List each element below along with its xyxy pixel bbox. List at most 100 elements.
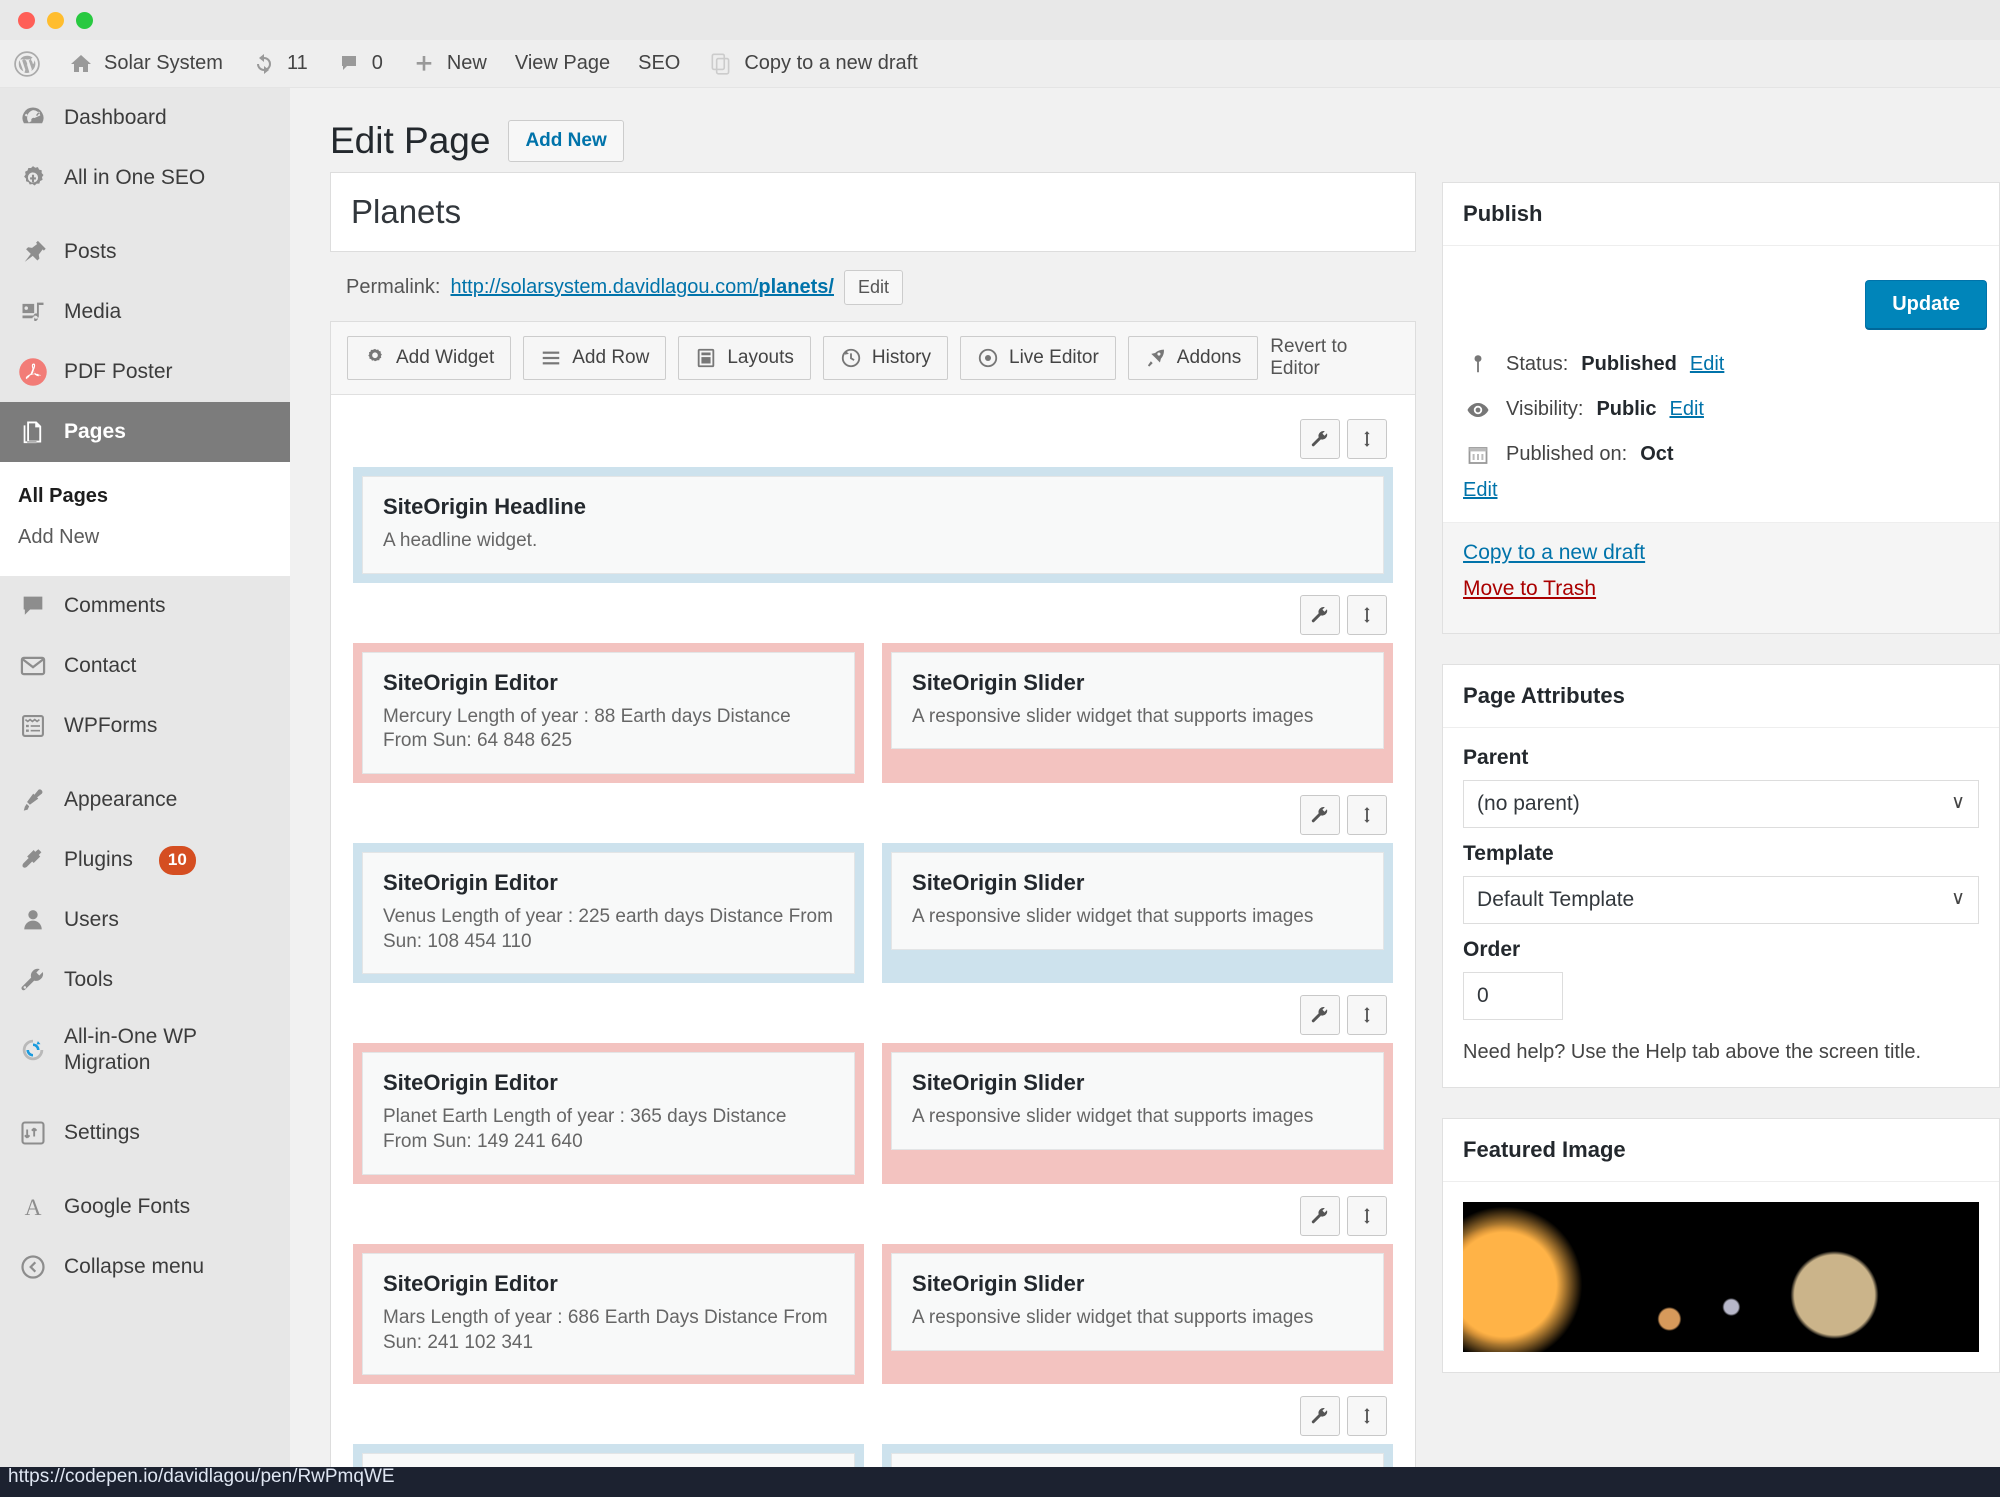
builder-widget[interactable]: SiteOrigin Editor Mercury Length of year … <box>362 651 856 775</box>
post-title-input[interactable] <box>349 187 1398 237</box>
submenu-item-all-pages[interactable]: All Pages <box>0 476 290 517</box>
sidebar-item-label: Comments <box>64 594 166 617</box>
move-to-trash-link[interactable]: Move to Trash <box>1463 577 1979 601</box>
sidebar-item-appearance[interactable]: Appearance <box>0 770 290 830</box>
menu-separator <box>0 756 290 770</box>
admin-bar-comments[interactable]: 0 <box>322 40 397 88</box>
toolbar-button-label: History <box>871 347 932 368</box>
sidebar-item-label: Tools <box>64 968 114 991</box>
builder-widget[interactable]: SiteOrigin Editor Mars Length of year : 6… <box>362 1252 856 1376</box>
builder-cell[interactable]: SiteOrigin Editor Venus Length of year : … <box>353 843 865 984</box>
row-move-vertical-icon[interactable] <box>1347 419 1388 459</box>
sidebar-item-google-fonts[interactable]: A Google Fonts <box>0 1177 290 1237</box>
sidebar-item-collapse-menu[interactable]: Collapse menu <box>0 1237 290 1297</box>
builder-widget[interactable]: SiteOrigin Slider A responsive slider wid… <box>891 1052 1385 1151</box>
builder-widget[interactable]: SiteOrigin Editor Planet Earth Length of … <box>362 1052 856 1175</box>
builder-widget[interactable]: SiteOrigin Slider A responsive slider wid… <box>891 651 1385 750</box>
sidebar-item-pdf-poster[interactable]: PDF Poster <box>0 342 290 402</box>
add-row-button[interactable]: Add Row <box>523 336 667 380</box>
builder-cell[interactable]: SiteOrigin Editor Mars Length of year : 6… <box>353 1243 865 1385</box>
sidebar-item-settings[interactable]: Settings <box>0 1103 290 1163</box>
copy-draft-label: Copy to a new draft <box>744 52 918 74</box>
dashboard-icon <box>18 103 48 133</box>
builder-widget[interactable]: SiteOrigin Slider A responsive slider wid… <box>891 1252 1385 1351</box>
builder-widget[interactable]: SiteOrigin Headline A headline widget. <box>362 476 1385 574</box>
rocket-icon <box>1145 347 1167 369</box>
sidebar-item-users[interactable]: Users <box>0 890 290 950</box>
builder-cell[interactable]: SiteOrigin Slider A responsive slider wid… <box>882 642 1394 784</box>
row-move-vertical-icon[interactable] <box>1347 594 1388 635</box>
published-label: Published on: <box>1506 443 1628 465</box>
publish-footer: Copy to a new draft Move to Trash <box>1443 522 1999 633</box>
row-settings-wrench-icon[interactable] <box>1300 419 1341 459</box>
copy-to-new-draft-link[interactable]: Copy to a new draft <box>1463 541 1979 565</box>
admin-bar-wp-logo[interactable] <box>0 40 54 88</box>
builder-widget[interactable]: SiteOrigin Slider A responsive slider wid… <box>891 852 1385 950</box>
sidebar-item-contact[interactable]: Contact <box>0 636 290 696</box>
sidebar-item-tools[interactable]: Tools <box>0 950 290 1010</box>
admin-bar-updates[interactable]: 11 <box>237 40 322 88</box>
visibility-value: Public <box>1596 398 1657 420</box>
sidebar-item-pages[interactable]: Pages <box>0 402 290 462</box>
home-icon <box>68 51 94 77</box>
admin-bar-copy-draft[interactable]: Copy to a new draft <box>694 40 931 88</box>
sidebar-item-wpforms[interactable]: WPForms <box>0 696 290 756</box>
builder-cell[interactable]: SiteOrigin Slider A responsive slider wid… <box>882 1043 1394 1184</box>
row-move-vertical-icon[interactable] <box>1347 995 1388 1036</box>
admin-bar-new[interactable]: New <box>397 40 501 88</box>
submenu-item-add-new[interactable]: Add New <box>0 517 290 558</box>
widget-description: A responsive slider widget that supports… <box>912 1306 1314 1328</box>
admin-bar-seo[interactable]: SEO <box>624 40 694 88</box>
order-input[interactable] <box>1463 972 1564 1020</box>
addons-button[interactable]: Addons <box>1127 336 1259 380</box>
sidebar-item-comments[interactable]: Comments <box>0 576 290 636</box>
row-move-vertical-icon[interactable] <box>1347 795 1388 836</box>
row-move-vertical-icon[interactable] <box>1347 1195 1388 1236</box>
builder-cell[interactable]: SiteOrigin Editor Planet Earth Length of … <box>353 1043 865 1184</box>
edit-permalink-button[interactable]: Edit <box>843 270 904 305</box>
row-move-vertical-icon[interactable] <box>1347 1396 1388 1437</box>
sidebar-item-all-in-one-seo[interactable]: All in One SEO <box>0 148 290 208</box>
row-settings-wrench-icon[interactable] <box>1300 594 1341 635</box>
toolbar-button-label: Add Row <box>572 347 650 368</box>
sidebar-item-dashboard[interactable]: Dashboard <box>0 88 290 148</box>
builder-cell[interactable]: SiteOrigin Slider A responsive slider wid… <box>882 1243 1394 1385</box>
row-settings-wrench-icon[interactable] <box>1300 1195 1341 1236</box>
sidebar-item-all-in-one-wp-migration[interactable]: All-in-One WP Migration <box>0 1010 290 1089</box>
update-button[interactable]: Update <box>1865 280 1987 329</box>
live-editor-button[interactable]: Live Editor <box>960 336 1116 380</box>
revert-to-editor-link[interactable]: Revert to Editor <box>1270 336 1399 380</box>
builder-cell[interactable]: SiteOrigin Slider A responsive slider wid… <box>882 843 1394 984</box>
builder-cell[interactable]: SiteOrigin Headline A headline widget. <box>353 467 1394 583</box>
layouts-button[interactable]: Layouts <box>678 336 811 380</box>
sidebar-item-plugins[interactable]: Plugins 10 <box>0 830 290 890</box>
featured-image-thumbnail[interactable] <box>1463 1202 1979 1352</box>
sidebar-item-media[interactable]: Media <box>0 282 290 342</box>
view-page-label: View Page <box>514 52 611 74</box>
visibility-edit-link[interactable]: Edit <box>1669 396 1703 423</box>
status-edit-link[interactable]: Edit <box>1690 351 1724 378</box>
permalink-link[interactable]: http://solarsystem.davidlagou.com/planet… <box>450 276 834 299</box>
widget-title: SiteOrigin Slider <box>912 1070 1085 1096</box>
parent-select[interactable] <box>1463 780 1979 828</box>
published-edit-link[interactable]: Edit <box>1463 479 1979 502</box>
row-settings-wrench-icon[interactable] <box>1300 995 1341 1036</box>
row-settings-wrench-icon[interactable] <box>1300 1396 1341 1437</box>
status-row: Status: Published Edit <box>1463 342 1979 387</box>
template-select[interactable] <box>1463 876 1979 924</box>
publish-actions: Update <box>1463 264 1987 342</box>
builder-cell[interactable]: SiteOrigin Editor Mercury Length of year … <box>353 642 865 784</box>
add-new-button[interactable]: Add New <box>508 120 624 162</box>
builder-widget[interactable]: SiteOrigin Editor Venus Length of year : … <box>362 852 856 975</box>
add-widget-button[interactable]: Add Widget <box>347 336 512 380</box>
minimize-window-button[interactable] <box>47 12 64 29</box>
sidebar-item-posts[interactable]: Posts <box>0 222 290 282</box>
row-settings-wrench-icon[interactable] <box>1300 795 1341 836</box>
builder-row: SiteOrigin Editor Mars Length of year : 6… <box>353 1190 1394 1385</box>
admin-bar-site-name[interactable]: Solar System <box>54 40 237 88</box>
new-label: New <box>446 52 487 74</box>
zoom-window-button[interactable] <box>76 12 93 29</box>
admin-bar-view-page[interactable]: View Page <box>501 40 624 88</box>
history-button[interactable]: History <box>822 336 949 380</box>
close-window-button[interactable] <box>18 12 35 29</box>
